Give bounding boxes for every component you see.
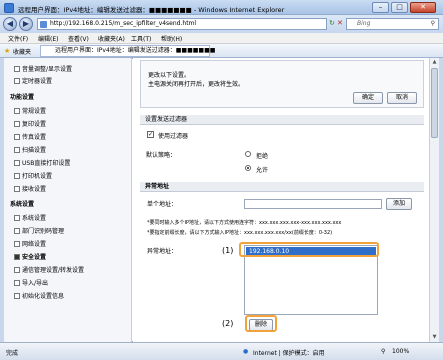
sidebar-item-dept-id[interactable]: 部门识别码管理 <box>13 226 64 235</box>
use-filter-label: 使用过滤器 <box>158 133 189 140</box>
sidebar-item-import-export[interactable]: 导入/导出 <box>13 278 48 287</box>
url-text: http://192.168.0.215/m_sec_ipfilter_v4se… <box>50 20 197 27</box>
highlight-step2 <box>245 315 277 332</box>
forward-icon[interactable]: ▶ <box>19 17 33 31</box>
page-tab-label: 远程用户界面：IPv4地址：编辑发送过滤器：■■■■■■■ <box>55 47 216 54</box>
menu-help[interactable]: 帮助(H) <box>161 34 182 43</box>
sidebar-item-scan[interactable]: 扫描设置 <box>13 145 46 154</box>
highlight-step1 <box>239 242 379 257</box>
notice-line1: 更改以下设置。 <box>148 72 191 79</box>
sidebar-item-printer[interactable]: 打印机设置 <box>13 171 52 180</box>
except-section-header: 异常地址 <box>140 182 424 192</box>
allow-label: 允许 <box>256 167 269 174</box>
globe-icon: ● <box>243 348 249 355</box>
hint-range: *要同时输入多个IP地址，请以下方式使用连字符：xxx.xxx.xxx.xxx-… <box>147 220 342 226</box>
scroll-thumb[interactable] <box>431 68 438 138</box>
page-icon <box>40 21 47 28</box>
menu-favorites[interactable]: 收藏夹(A) <box>98 34 125 43</box>
title-bar: 远程用户界面：IPv4地址：编辑发送过滤器：■■■■■■■ - Windows … <box>0 0 443 15</box>
hint-prefix: *要指定前缀长度，请以下方式输入IP地址：xxx.xxx.xxx.xxx/xx(… <box>147 230 333 236</box>
allow-radio[interactable] <box>245 165 251 171</box>
ok-button[interactable]: 确定 <box>353 92 383 104</box>
add-button[interactable]: 添加 <box>386 198 412 210</box>
scroll-up-icon[interactable]: ▲ <box>431 58 438 66</box>
sidebar-item-security[interactable]: 安全设置 <box>13 252 46 261</box>
sidebar-item-volume[interactable]: 音量调整/显示设置 <box>13 64 72 73</box>
reject-label: 拒绝 <box>256 153 269 160</box>
sidebar-item-timer[interactable]: 定时器设置 <box>13 76 52 85</box>
sidebar: 音量调整/显示设置 定时器设置 功能设置 常规设置 复印设置 传真设置 扫描设置… <box>4 58 132 342</box>
minimize-button[interactable]: – <box>372 2 389 13</box>
single-address-input[interactable] <box>244 199 382 209</box>
menu-tools[interactable]: 工具(T) <box>131 34 151 43</box>
callout-step1: (1) <box>222 246 234 255</box>
sidebar-item-receive[interactable]: 接收设置 <box>13 184 46 193</box>
search-icon[interactable]: ⚲ <box>431 19 435 29</box>
default-policy-label: 默认策略： <box>146 152 177 159</box>
address-bar: ◀ ▶ http://192.168.0.215/m_sec_ipfilter_… <box>0 15 443 33</box>
stop-icon[interactable]: ✕ <box>337 19 343 27</box>
window-title: 远程用户界面：IPv4地址：编辑发送过滤器：■■■■■■■ - Windows … <box>18 6 285 14</box>
maximize-button[interactable]: □ <box>391 2 408 13</box>
sidebar-item-comm-forward[interactable]: 通信管理设置/转发设置 <box>13 265 84 274</box>
back-icon[interactable]: ◀ <box>3 17 17 31</box>
sidebar-section-system: 系统设置 <box>10 201 35 208</box>
cancel-button[interactable]: 取消 <box>387 92 417 104</box>
sidebar-item-usb-print[interactable]: USB直接打印设置 <box>13 158 70 167</box>
callout-step2: (2) <box>222 319 234 328</box>
search-placeholder: Bing <box>357 20 371 27</box>
close-button[interactable]: ✕ <box>410 2 436 13</box>
single-address-label: 单个地址： <box>147 201 178 208</box>
refresh-icon[interactable]: ↻ <box>329 19 335 27</box>
filter-section-header: 设置发送过滤器 <box>140 115 424 125</box>
status-text: 完成 <box>6 350 19 357</box>
sidebar-item-general[interactable]: 常规设置 <box>13 106 46 115</box>
favorites-label[interactable]: 收藏夹 <box>13 47 31 56</box>
notice-box: 更改以下设置。 主电源关闭再打开后，更改将生效。 确定 取消 <box>140 60 424 108</box>
zoom-icon: ⚲ <box>381 348 386 355</box>
menu-edit[interactable]: 编辑(E) <box>38 34 58 43</box>
scroll-down-icon[interactable]: ▼ <box>431 333 438 341</box>
sidebar-item-fax[interactable]: 传真设置 <box>13 132 46 141</box>
use-filter-checkbox[interactable]: ✓ <box>147 131 154 138</box>
url-input[interactable]: http://192.168.0.215/m_sec_ipfilter_v4se… <box>37 18 327 30</box>
status-bar: 完成 ● Internet | 保护模式：启用 ⚲ 100% <box>0 342 443 360</box>
sidebar-item-system[interactable]: 系统设置 <box>13 213 46 222</box>
sidebar-section-function: 功能设置 <box>10 94 35 101</box>
menu-view[interactable]: 查看(V) <box>68 34 89 43</box>
page-tab[interactable]: 远程用户界面：IPv4地址：编辑发送过滤器：■■■■■■■ <box>40 45 215 57</box>
reject-radio[interactable] <box>245 151 251 157</box>
ie-icon <box>4 3 14 13</box>
vertical-scrollbar[interactable]: ▲ ▼ <box>429 58 439 342</box>
exception-list-label: 异常地址： <box>147 248 178 255</box>
sidebar-item-init[interactable]: 初始化设置信息 <box>13 291 64 300</box>
menu-file[interactable]: 文件(F) <box>8 34 28 43</box>
menu-bar: 文件(F) 编辑(E) 查看(V) 收藏夹(A) 工具(T) 帮助(H) <box>0 33 443 44</box>
sidebar-item-copy[interactable]: 复印设置 <box>13 119 46 128</box>
notice-line2: 主电源关闭再打开后，更改将生效。 <box>148 81 245 88</box>
sidebar-item-network[interactable]: 网络设置 <box>13 239 46 248</box>
star-icon[interactable]: ★ <box>4 47 10 55</box>
search-input[interactable]: Bing ⚲ <box>346 18 439 30</box>
favorites-bar: ★ 收藏夹 远程用户界面：IPv4地址：编辑发送过滤器：■■■■■■■ <box>0 44 443 58</box>
zoom-level[interactable]: 100% <box>392 348 409 355</box>
zone-text: Internet | 保护模式：启用 <box>253 350 325 357</box>
